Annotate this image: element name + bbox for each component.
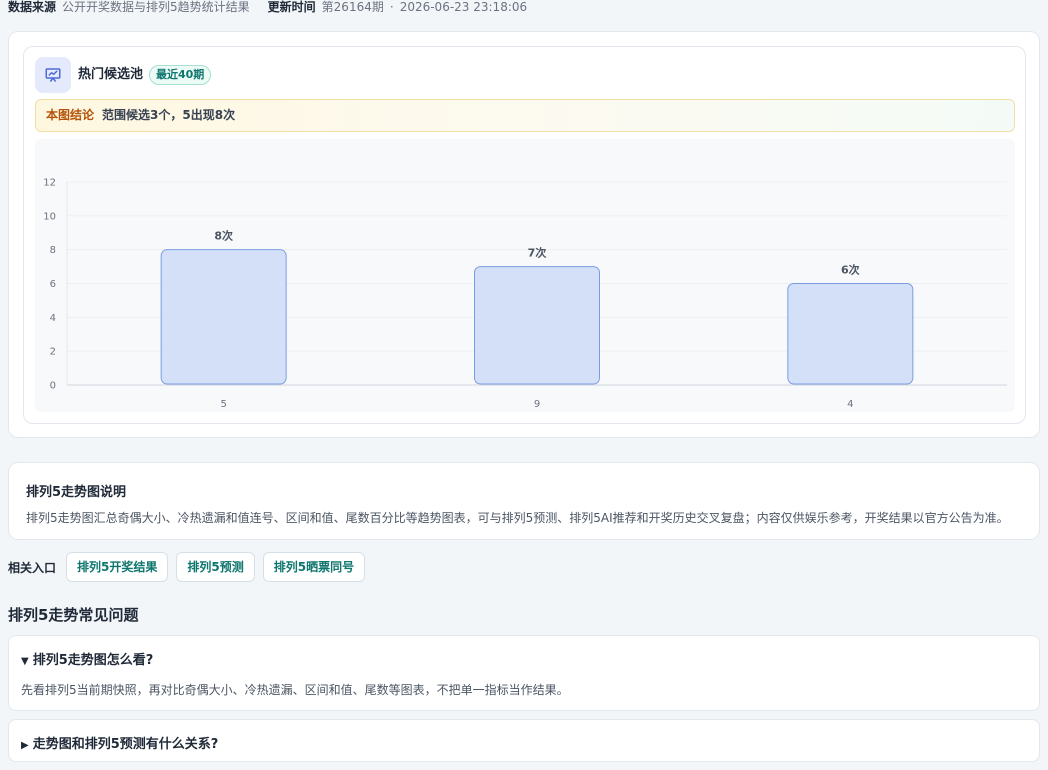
faq-question-toggle[interactable]: ▼ 排列5走势图怎么看?	[21, 649, 153, 668]
bar-5	[160, 249, 287, 385]
bar-chart-svg: 0 2 4 6 8 10 12 8次 5 7次 9 6次 4	[43, 178, 1007, 410]
related-label: 相关入口	[8, 560, 57, 575]
x-tick-label: 4	[847, 399, 853, 410]
hot-pool-card: 热门候选池 最近40期 本图结论 范围候选3个，5出现8次 0 2 4 6 8 10 12 8次…	[23, 46, 1026, 424]
y-tick-label: 4	[50, 313, 56, 324]
description-text: 排列5走势图汇总奇偶大小、冷热遗漏和值连号、区间和值、尾数百分比等趋势图表，可与…	[26, 511, 1009, 525]
link-prediction[interactable]: 排列5预测	[176, 552, 255, 582]
data-label: 7次	[528, 246, 547, 260]
faq-heading: 排列5走势常见问题	[8, 606, 139, 624]
related-links: 相关入口 排列5开奖结果 排列5预测 排列5晒票同号	[8, 552, 373, 582]
collapse-triangle-icon: ▼	[21, 656, 29, 667]
faq-question-text: 排列5走势图怎么看?	[32, 653, 154, 668]
description-title: 排列5走势图说明	[26, 485, 127, 500]
faq-question-toggle[interactable]: ▶ 走势图和排列5预测有什么关系?	[21, 733, 218, 752]
bar-4	[787, 283, 914, 385]
issue-number: 第26164期	[321, 0, 384, 14]
y-tick-label: 2	[50, 347, 56, 358]
card-title: 热门候选池	[78, 67, 144, 82]
data-label: 8次	[214, 229, 233, 243]
conclusion-text: 范围候选3个，5出现8次	[102, 108, 236, 122]
faq-question-text: 走势图和排列5预测有什么关系?	[32, 737, 219, 752]
link-shared-tickets[interactable]: 排列5晒票同号	[262, 552, 366, 582]
conclusion-label: 本图结论	[46, 108, 95, 122]
faq-answer: 先看排列5当前期快照，再对比奇偶大小、冷热遗漏、区间和值、尾数等图表，不把单一指…	[21, 683, 569, 697]
bar-9	[474, 266, 600, 385]
source-value: 公开开奖数据与排列5趋势统计结果	[62, 0, 250, 14]
x-tick-label: 9	[534, 399, 540, 410]
x-tick-label: 5	[220, 399, 226, 410]
separator-dot: ·	[389, 0, 394, 14]
faq-item-collapsed: ▶ 走势图和排列5预测有什么关系?	[8, 719, 1040, 762]
description-card: 排列5走势图说明 排列5走势图汇总奇偶大小、冷热遗漏和值连号、区间和值、尾数百分…	[8, 462, 1040, 540]
data-source-line: 数据来源 公开开奖数据与排列5趋势统计结果 更新时间 第26164期 · 2026-06-…	[8, 0, 527, 14]
y-tick-label: 12	[43, 178, 56, 189]
hot-pool-section: 热门候选池 最近40期 本图结论 范围候选3个，5出现8次 0 2 4 6 8 10 12 8次…	[8, 31, 1040, 438]
bar-chart: 0 2 4 6 8 10 12 8次 5 7次 9 6次 4	[35, 139, 1015, 412]
y-tick-label: 0	[50, 381, 56, 392]
y-tick-label: 10	[43, 211, 56, 222]
source-label: 数据来源	[8, 0, 57, 14]
expand-triangle-icon: ▶	[21, 740, 29, 751]
presentation-chart-icon	[35, 57, 71, 93]
y-tick-label: 6	[50, 279, 56, 290]
link-draw-results[interactable]: 排列5开奖结果	[66, 552, 169, 582]
data-label: 6次	[841, 263, 860, 277]
faq-item-expanded: ▼ 排列5走势图怎么看? 先看排列5当前期快照，再对比奇偶大小、冷热遗漏、区间和值…	[8, 635, 1040, 711]
y-tick-label: 8	[50, 245, 56, 256]
update-timestamp: 2026-06-23 23:18:06	[399, 0, 528, 14]
update-label: 更新时间	[267, 0, 316, 14]
conclusion-banner: 本图结论 范围候选3个，5出现8次	[35, 99, 1015, 132]
period-badge: 最近40期	[149, 65, 212, 85]
